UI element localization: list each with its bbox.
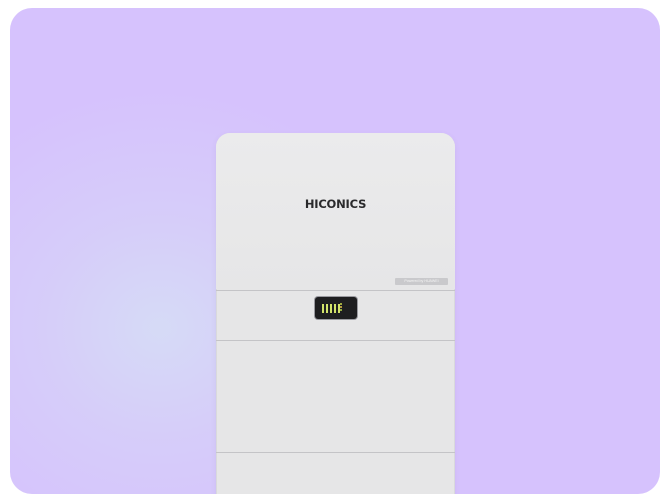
led-bar <box>330 304 332 313</box>
module-divider <box>216 290 455 291</box>
status-display <box>315 297 357 319</box>
led-dot <box>340 303 342 305</box>
module-divider <box>216 452 455 453</box>
led-bar <box>334 304 336 313</box>
status-indicator-lights <box>340 303 342 311</box>
powered-by-label: Powered by <box>404 279 424 283</box>
module-divider <box>216 340 455 341</box>
battery-inverter-device: HICONICS Powered by HUAWEI <box>216 133 455 494</box>
led-bar <box>326 304 328 313</box>
led-dot <box>340 309 342 311</box>
device-top-panel <box>216 133 455 289</box>
product-image-card: HICONICS Powered by HUAWEI <box>10 8 660 494</box>
brand-logo: HICONICS <box>304 197 367 211</box>
powered-by-brand: HUAWEI <box>424 279 439 283</box>
powered-by-badge: Powered by HUAWEI <box>395 278 448 285</box>
led-bar <box>322 304 324 313</box>
led-dot <box>340 306 342 308</box>
battery-level-bars <box>322 304 340 313</box>
